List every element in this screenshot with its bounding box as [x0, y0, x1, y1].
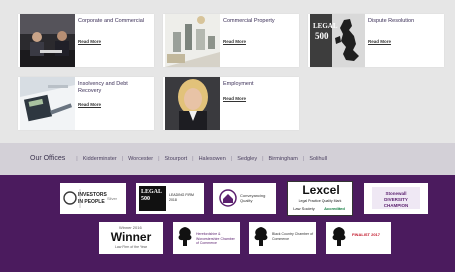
- practice-card-title: Insolvency and Debt Recovery: [78, 81, 128, 94]
- read-more-link[interactable]: Read More: [368, 39, 391, 44]
- office-link-solihull[interactable]: Solihull: [309, 156, 327, 162]
- practice-card-title: Corporate and Commercial: [78, 18, 145, 24]
- hw-chamber-logo: Herefordshire & Worcestershire Chamber o…: [173, 222, 240, 254]
- stonewall-text: Stonewall DIVERSITY CHAMPION: [383, 191, 409, 208]
- separator: |: [192, 155, 194, 162]
- winner-2016-logo: Winner 2016 Winner Law Firm of the Year: [99, 222, 163, 254]
- legal500-logo: LEGAL 500 LEADING FIRM 2018: [136, 183, 204, 214]
- practice-card-insolvency[interactable]: Insolvency and Debt Recovery Read More: [18, 77, 154, 130]
- accreditations-footer: INVESTORS IN PEOPLE Silver LEGAL 500 LEA…: [0, 175, 455, 272]
- offices-title: Our Offices: [30, 155, 66, 162]
- practice-card-title: Commercial Property: [223, 18, 275, 24]
- practice-areas-section: Corporate and Commercial Read More Comme…: [0, 0, 455, 143]
- chamber2-text: Black Country Chamber of Commerce: [272, 232, 314, 241]
- lexcel-title: Lexcel: [302, 183, 340, 197]
- svg-text:LEGAL: LEGAL: [313, 22, 338, 30]
- cq-house-icon: [219, 189, 237, 207]
- separator: |: [262, 155, 264, 162]
- read-more-link[interactable]: Read More: [78, 102, 101, 107]
- winner-title: Winner: [110, 230, 152, 244]
- investors-in-people-logo: INVESTORS IN PEOPLE Silver: [60, 183, 126, 214]
- practice-card-title: Dispute Resolution: [368, 18, 415, 24]
- business-meeting-photo: [20, 14, 75, 67]
- separator: |: [230, 155, 233, 162]
- office-link-halesowen[interactable]: Halesowen: [199, 156, 226, 162]
- chamber-tree-icon: [332, 227, 346, 246]
- svg-text:500: 500: [315, 31, 329, 41]
- businesswoman-portrait-photo: [165, 77, 220, 130]
- chamber-tree-icon: [178, 227, 192, 246]
- office-link-kidderminster[interactable]: Kidderminster: [83, 156, 117, 162]
- offices-bar: Our Offices | Kidderminster | Worcester …: [0, 143, 455, 175]
- chamber1-text: Herefordshire & Worcestershire Chamber o…: [196, 232, 235, 245]
- lexcel-sub1: Legal Practice Quality Mark: [298, 199, 342, 203]
- read-more-link[interactable]: Read More: [78, 39, 101, 44]
- office-link-stourport[interactable]: Stourport: [165, 156, 188, 162]
- office-link-sedgley[interactable]: Sedgley: [237, 156, 257, 162]
- conveyancing-quality-logo: Conveyancing Quality: [213, 183, 276, 214]
- finalist-2017-logo: FINALIST 2017: [326, 222, 391, 254]
- read-more-link[interactable]: Read More: [223, 39, 246, 44]
- separator: |: [302, 155, 305, 162]
- bc-chamber-logo: Black Country Chamber of Commerce: [249, 222, 316, 254]
- offices-nav: Our Offices | Kidderminster | Worcester …: [30, 155, 327, 162]
- iip-suffix: Silver: [107, 196, 118, 201]
- architectural-model-photo: [165, 14, 220, 67]
- iip-line2: IN PEOPLE: [78, 199, 105, 205]
- legal500-text: LEGAL 500: [141, 189, 162, 202]
- practice-card-commercial-property[interactable]: Commercial Property Read More: [163, 14, 299, 67]
- separator: |: [121, 155, 124, 162]
- finalist-text: FINALIST 2017: [352, 232, 381, 237]
- lexcel-sub3: Accredited: [324, 206, 345, 211]
- chamber-tree-icon: [254, 227, 268, 246]
- stonewall-logo: Stonewall DIVERSITY CHAMPION: [364, 183, 428, 214]
- office-link-birmingham[interactable]: Birmingham: [269, 156, 298, 162]
- office-link-worcester[interactable]: Worcester: [128, 156, 153, 162]
- practice-card-title: Employment: [223, 81, 254, 87]
- read-more-link[interactable]: Read More: [223, 96, 246, 101]
- lexcel-logo: Lexcel Legal Practice Quality Mark Law S…: [287, 181, 353, 216]
- iip-line1: INVESTORS: [78, 192, 107, 198]
- uk-map-legal500-photo: LEGAL 500: [310, 14, 365, 67]
- practice-card-employment[interactable]: Employment Read More: [163, 77, 299, 130]
- winner-sub: Law Firm of the Year: [114, 245, 148, 249]
- practice-card-dispute-resolution[interactable]: LEGAL 500 Dispute Resolution Read More: [308, 14, 444, 67]
- cq-text: Conveyancing Quality: [240, 193, 266, 203]
- legal500-sub: LEADING FIRM 2018: [169, 193, 194, 202]
- separator: |: [158, 155, 160, 162]
- separator: |: [76, 155, 78, 162]
- practice-card-corporate[interactable]: Corporate and Commercial Read More: [18, 14, 154, 67]
- calculator-paperwork-photo: [20, 77, 75, 130]
- lexcel-sub2: Law Society: [293, 206, 315, 211]
